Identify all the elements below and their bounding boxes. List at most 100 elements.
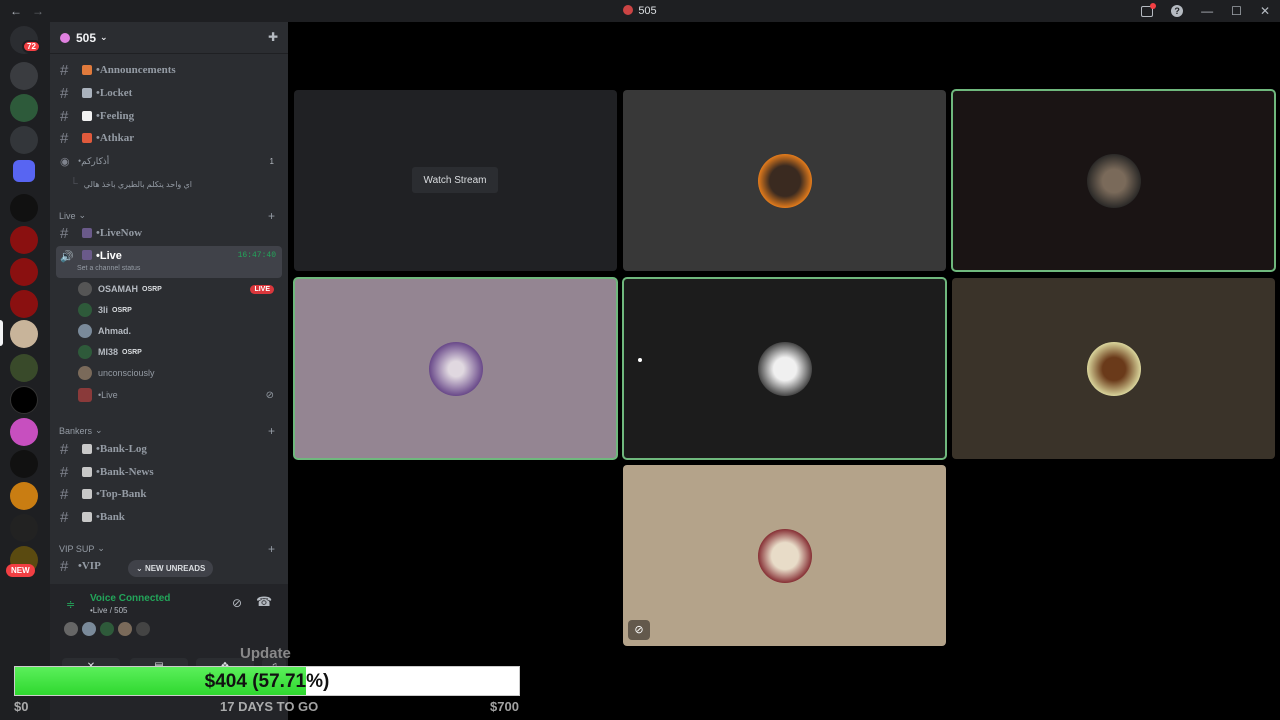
voice-user[interactable]: 3li OSRP bbox=[78, 300, 278, 320]
channel-emoji-icon bbox=[82, 250, 92, 260]
server-icon[interactable] bbox=[10, 450, 38, 478]
avatar[interactable] bbox=[136, 622, 150, 636]
channel-announcements[interactable]: # •Announcements bbox=[56, 59, 282, 81]
channel-top-bank[interactable]: # •Top-Bank bbox=[56, 483, 282, 505]
forum-channel[interactable]: ◉ •أذكاركم 1 bbox=[56, 150, 282, 172]
hash-icon: # bbox=[60, 440, 69, 458]
category-live[interactable]: Live ⌄ + bbox=[59, 209, 275, 223]
avatar bbox=[78, 345, 92, 359]
invite-icon[interactable]: ✚ bbox=[268, 30, 278, 44]
user-tag: OSRP bbox=[112, 306, 132, 314]
server-icon-505[interactable] bbox=[10, 320, 38, 348]
server-icon[interactable] bbox=[10, 258, 38, 286]
user-tag: OSRP bbox=[122, 348, 142, 356]
hash-icon: # bbox=[60, 485, 69, 503]
title-bar: ← → 505 ? — ☐ ✕ bbox=[0, 0, 1280, 22]
camera-off-icon: ⊘ bbox=[628, 620, 650, 640]
add-channel-icon[interactable]: + bbox=[268, 542, 275, 556]
channel-locket[interactable]: # •Locket bbox=[56, 82, 282, 104]
help-icon[interactable]: ? bbox=[1171, 5, 1184, 17]
server-icon[interactable] bbox=[10, 514, 38, 542]
watch-stream-button[interactable]: Watch Stream bbox=[412, 167, 498, 193]
participant-tile-speaking[interactable] bbox=[951, 89, 1276, 272]
hash-icon: # bbox=[60, 557, 69, 575]
hash-icon: # bbox=[60, 224, 69, 242]
category-bankers[interactable]: Bankers ⌄ + bbox=[59, 424, 275, 438]
maximize-icon[interactable]: ☐ bbox=[1231, 4, 1242, 18]
stream-tile[interactable]: Watch Stream bbox=[294, 90, 617, 271]
voice-channel-live[interactable]: 🔊 •Live 16:47:40 Set a channel status bbox=[56, 246, 282, 278]
participant-tile-speaking[interactable] bbox=[622, 277, 947, 460]
signal-icon[interactable]: ≑ bbox=[66, 598, 75, 611]
server-icon[interactable] bbox=[10, 126, 38, 154]
server-name: 505 bbox=[76, 30, 97, 45]
server-icon[interactable] bbox=[10, 482, 38, 510]
server-icon bbox=[60, 32, 70, 43]
server-icon[interactable] bbox=[10, 386, 38, 414]
avatar bbox=[757, 528, 812, 583]
server-icon[interactable] bbox=[10, 354, 38, 382]
channel-bank[interactable]: # •Bank bbox=[56, 506, 282, 528]
hash-icon: # bbox=[60, 463, 69, 481]
participant-tile[interactable] bbox=[952, 278, 1275, 459]
forward-arrow-icon[interactable]: → bbox=[32, 4, 44, 18]
thread-preview[interactable]: └ اي واحد يتكلم بالطيري باخذ هالي bbox=[56, 173, 282, 195]
inbox-icon[interactable] bbox=[1141, 2, 1157, 17]
participant-tile[interactable] bbox=[623, 90, 946, 271]
hash-icon: # bbox=[60, 129, 69, 147]
channel-bank-news[interactable]: # •Bank-News bbox=[56, 461, 282, 483]
channel-status[interactable]: Set a channel status bbox=[77, 265, 140, 272]
channel-emoji-icon bbox=[82, 133, 92, 143]
voice-user[interactable]: Ahmad. bbox=[78, 321, 278, 341]
channel-bank-log[interactable]: # •Bank-Log bbox=[56, 438, 282, 460]
server-header[interactable]: 505 ⌄ ✚ bbox=[50, 22, 288, 54]
category-vip-sup[interactable]: VIP SUP ⌄ + bbox=[59, 542, 275, 556]
server-icon[interactable] bbox=[10, 194, 38, 222]
chevron-down-icon: ⌄ bbox=[100, 32, 108, 42]
voice-avatars bbox=[64, 622, 150, 636]
server-list: 72 NEW bbox=[0, 22, 50, 720]
avatar bbox=[1086, 153, 1141, 208]
avatar bbox=[428, 341, 483, 396]
new-badge: NEW bbox=[6, 564, 35, 577]
voice-user[interactable]: unconsciously bbox=[78, 363, 278, 383]
disconnect-icon[interactable]: ☎ bbox=[256, 594, 272, 610]
user-tag: OSRP bbox=[142, 285, 162, 293]
server-icon[interactable] bbox=[10, 94, 38, 122]
bank-icon bbox=[82, 512, 92, 522]
channel-athkar[interactable]: # •Athkar bbox=[56, 127, 282, 149]
channel-livenow[interactable]: # •LiveNow bbox=[56, 222, 282, 244]
noise-suppression-icon[interactable]: ⊘ bbox=[232, 596, 242, 610]
avatar[interactable] bbox=[64, 622, 78, 636]
avatar[interactable] bbox=[100, 622, 114, 636]
avatar bbox=[1086, 341, 1141, 396]
channel-feeling[interactable]: # •Feeling bbox=[56, 105, 282, 127]
back-arrow-icon[interactable]: ← bbox=[10, 4, 22, 18]
add-channel-icon[interactable]: + bbox=[268, 209, 275, 223]
server-icon bbox=[623, 5, 634, 15]
new-unreads-button[interactable]: ⌄ NEW UNREADS bbox=[128, 560, 214, 577]
voice-channel-path[interactable]: •Live / 505 bbox=[90, 606, 128, 615]
channel-emoji-icon bbox=[82, 88, 92, 98]
voice-user[interactable]: MI38 OSRP bbox=[78, 342, 278, 362]
participant-tile[interactable]: ⊘ bbox=[623, 465, 946, 646]
bank-icon bbox=[82, 444, 92, 454]
unread-badge: 72 bbox=[22, 40, 41, 53]
minimize-icon[interactable]: — bbox=[1201, 4, 1213, 18]
avatar[interactable] bbox=[82, 622, 96, 636]
server-icon[interactable] bbox=[10, 62, 38, 90]
folder-icon[interactable] bbox=[13, 160, 35, 182]
server-icon[interactable] bbox=[10, 418, 38, 446]
thread-spine: └ bbox=[70, 178, 78, 190]
voice-user[interactable]: OSAMAH OSRP LIVE bbox=[78, 279, 278, 299]
avatar[interactable] bbox=[118, 622, 132, 636]
voice-connected-label[interactable]: Voice Connected bbox=[90, 593, 170, 604]
server-icon[interactable] bbox=[10, 290, 38, 318]
server-icon[interactable] bbox=[10, 226, 38, 254]
close-icon[interactable]: ✕ bbox=[1260, 4, 1270, 18]
voice-user[interactable]: •Live ⊘ bbox=[78, 385, 278, 405]
bank-icon bbox=[82, 467, 92, 477]
add-channel-icon[interactable]: + bbox=[268, 424, 275, 438]
participant-tile-speaking[interactable] bbox=[293, 277, 618, 460]
camera-off-icon: ⊘ bbox=[265, 389, 274, 401]
